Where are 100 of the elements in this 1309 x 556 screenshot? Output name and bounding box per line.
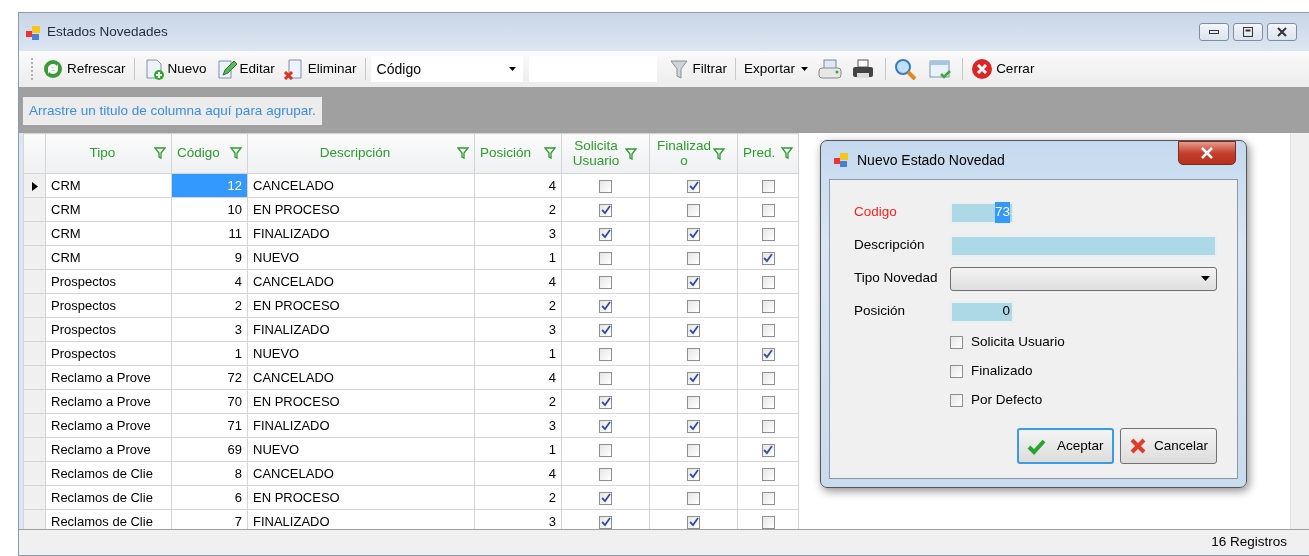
checkbox[interactable]: [687, 299, 700, 313]
input-field[interactable]: [950, 234, 1217, 257]
filter-icon[interactable]: [154, 147, 166, 160]
checkbox[interactable]: [761, 251, 775, 265]
checkbox-label: Finalizado: [971, 362, 1033, 381]
description-cell: FINALIZADO: [247, 413, 475, 438]
type-cell: Reclamos de Clie: [45, 485, 172, 510]
input-field[interactable]: 0: [950, 300, 1014, 323]
refresh-button[interactable]: Refrescar: [39, 56, 129, 82]
accept-button[interactable]: Aceptar: [1016, 428, 1114, 464]
checkbox[interactable]: [761, 275, 775, 289]
checkbox[interactable]: [761, 371, 775, 385]
checkbox[interactable]: [761, 419, 775, 433]
checkbox[interactable]: [761, 467, 775, 481]
checkbox[interactable]: [687, 227, 700, 241]
checkbox[interactable]: [599, 227, 612, 241]
checkbox[interactable]: [761, 491, 775, 505]
checkbox[interactable]: [687, 467, 700, 481]
caret-icon: [801, 66, 810, 72]
checkbox[interactable]: [687, 347, 700, 361]
checkbox[interactable]: [599, 491, 612, 505]
description-cell: EN PROCESO: [247, 485, 475, 510]
checkbox[interactable]: [687, 443, 700, 457]
checkbox[interactable]: [599, 251, 612, 265]
editar-button[interactable]: Editar: [211, 56, 278, 82]
checkbox[interactable]: [761, 395, 775, 409]
check-icon: [1026, 437, 1047, 455]
type-cell: CRM: [45, 245, 172, 270]
minimize-button[interactable]: [1198, 23, 1229, 41]
close-button[interactable]: [1178, 141, 1236, 165]
checkbox[interactable]: [599, 179, 612, 193]
type-cell: Prospectos: [45, 341, 172, 366]
checkbox[interactable]: [687, 323, 700, 337]
export-menu[interactable]: Exportar: [741, 56, 813, 82]
filter-icon[interactable]: [625, 147, 637, 160]
checkbox[interactable]: [761, 179, 775, 193]
checkbox[interactable]: [761, 323, 775, 337]
filter-icon[interactable]: [713, 147, 725, 160]
checkbox[interactable]: [761, 443, 775, 457]
checkbox[interactable]: [599, 323, 612, 337]
nuevo-button[interactable]: Nuevo: [139, 56, 210, 82]
checkbox[interactable]: [687, 419, 700, 433]
checkbox[interactable]: [599, 203, 612, 217]
checkbox[interactable]: [599, 299, 612, 313]
app-icon: [25, 24, 41, 41]
column-select[interactable]: Código: [370, 56, 523, 82]
minimize-icon: [1208, 30, 1219, 34]
cancel-button[interactable]: Cancelar: [1120, 428, 1217, 464]
close-icon: [971, 58, 994, 80]
type-cell: Prospectos: [45, 269, 172, 294]
dropdown[interactable]: [950, 266, 1217, 291]
checkbox[interactable]: [761, 203, 775, 217]
checkbox[interactable]: [687, 515, 700, 529]
filter-icon[interactable]: [230, 147, 242, 160]
checkbox[interactable]: [599, 515, 612, 529]
checkbox[interactable]: [761, 299, 775, 313]
maximize-button[interactable]: [1232, 23, 1263, 41]
position-cell: 1: [474, 437, 562, 462]
filter-icon[interactable]: [544, 147, 556, 160]
delete-document-icon: [282, 58, 305, 80]
checkbox[interactable]: [761, 227, 775, 241]
checkbox[interactable]: [599, 371, 612, 385]
description-cell: NUEVO: [247, 437, 475, 462]
checkbox[interactable]: [950, 336, 963, 349]
filter-icon[interactable]: [457, 147, 469, 160]
checkbox[interactable]: [761, 347, 775, 361]
close-button[interactable]: [1266, 23, 1297, 41]
app-icon: [833, 152, 849, 168]
checkbox[interactable]: [687, 179, 700, 193]
cerrar-button[interactable]: Cerrar: [968, 56, 1038, 82]
eliminar-button[interactable]: Eliminar: [279, 56, 360, 82]
type-cell: Reclamos de Clie: [45, 461, 172, 486]
checkbox[interactable]: [599, 467, 612, 481]
filter-icon[interactable]: [781, 147, 793, 160]
description-cell: CANCELADO: [247, 365, 475, 390]
code-cell: 70: [171, 389, 248, 414]
description-cell: CANCELADO: [247, 269, 475, 294]
checkbox[interactable]: [950, 394, 963, 407]
checkbox[interactable]: [950, 365, 963, 378]
checkbox-label: Solicita Usuario: [971, 333, 1065, 352]
checkbox[interactable]: [761, 515, 775, 529]
checkbox[interactable]: [599, 419, 612, 433]
checkbox[interactable]: [687, 251, 700, 265]
checkbox[interactable]: [599, 395, 612, 409]
filtrar-button[interactable]: Filtrar: [664, 56, 731, 82]
code-cell: 2: [171, 293, 248, 318]
position-cell: 1: [474, 341, 562, 366]
code-cell: 8: [171, 461, 248, 486]
position-cell: 4: [474, 461, 562, 486]
checkbox[interactable]: [687, 203, 700, 217]
checkbox[interactable]: [599, 347, 612, 361]
checkbox[interactable]: [687, 275, 700, 289]
field-label: Codigo: [854, 203, 898, 222]
vertical-scrollbar[interactable]: [1290, 133, 1309, 529]
checkbox[interactable]: [687, 371, 700, 385]
checkbox[interactable]: [687, 491, 700, 505]
type-cell: CRM: [45, 197, 172, 222]
checkbox[interactable]: [687, 395, 700, 409]
checkbox[interactable]: [599, 443, 612, 457]
checkbox[interactable]: [599, 275, 612, 289]
